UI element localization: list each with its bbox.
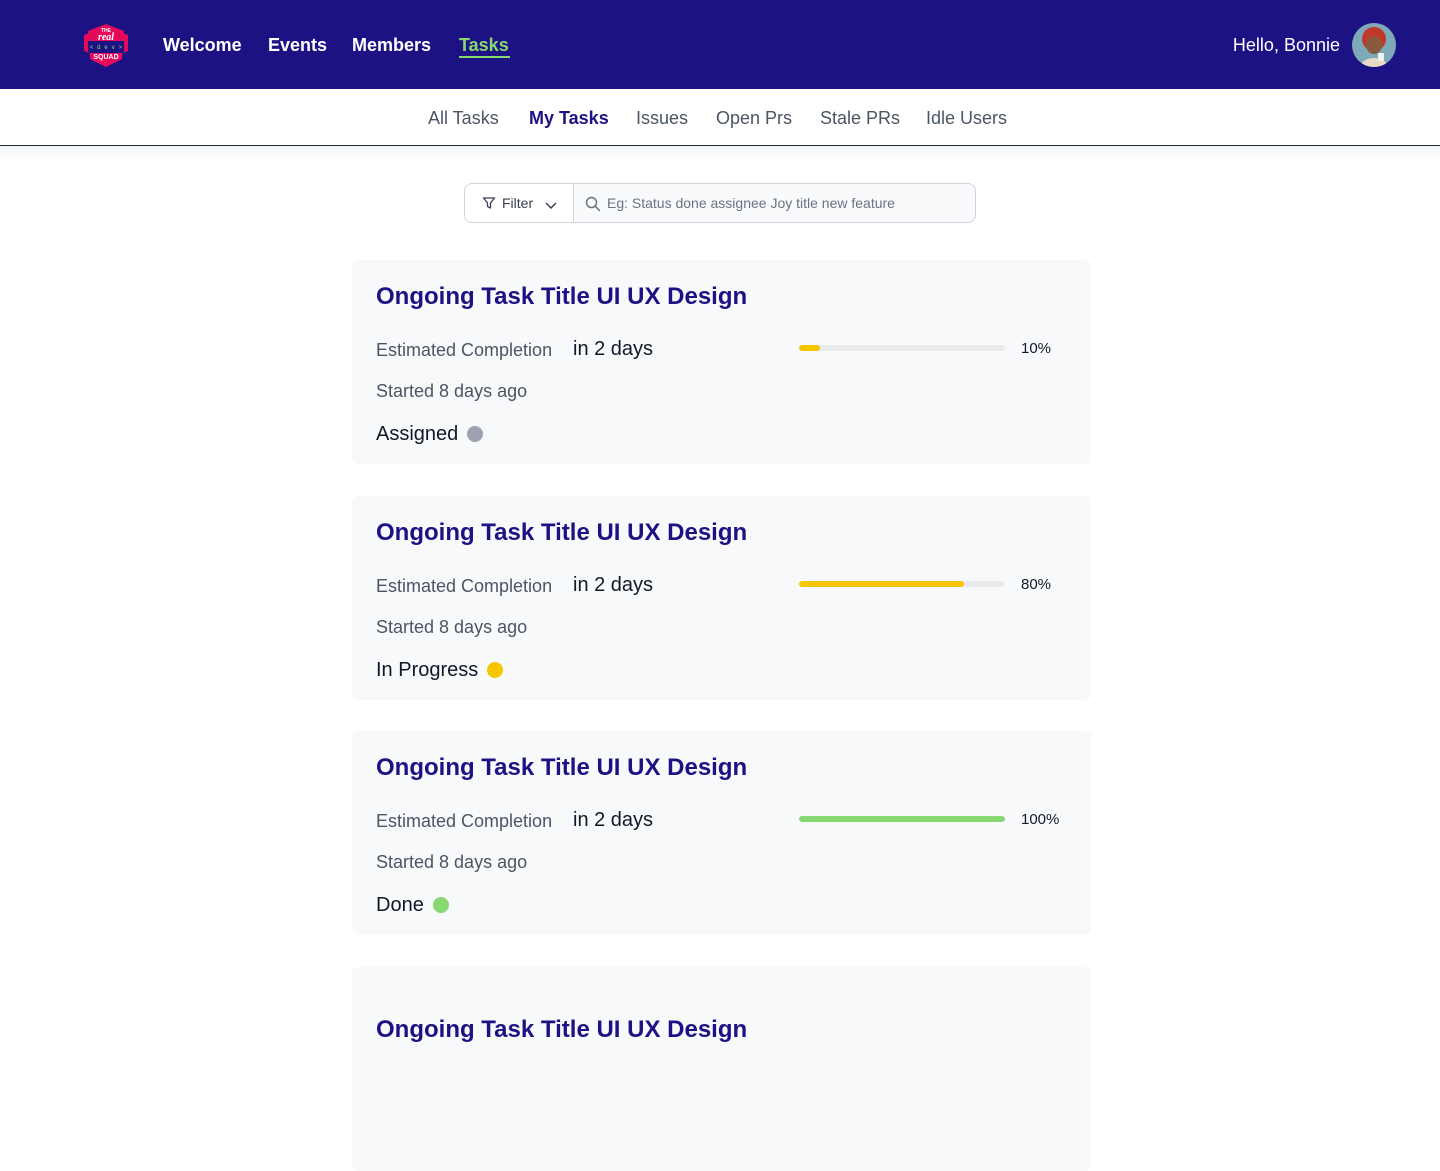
funnel-icon [482, 196, 496, 215]
estimated-completion-value: in 2 days [573, 809, 654, 831]
magnifier-icon [585, 196, 601, 217]
task-title[interactable]: Ongoing Task Title UI UX Design [376, 1015, 747, 1045]
task-card[interactable]: Ongoing Task Title UI UX Design [352, 967, 1091, 1171]
status-dot-icon [487, 662, 504, 678]
status-label: Assigned [376, 423, 459, 445]
task-status: Done [376, 893, 449, 917]
task-title[interactable]: Ongoing Task Title UI UX Design [376, 753, 747, 783]
status-dot-icon [467, 426, 484, 442]
progress-bar-fill [799, 816, 1005, 822]
estimated-completion-label: Estimated Completion [376, 576, 553, 596]
user-avatar[interactable] [1352, 23, 1396, 67]
tasks-subnav: All Tasks My Tasks Issues Open Prs Stale… [0, 89, 1440, 146]
progress-bar-fill [799, 581, 964, 587]
nav-members[interactable]: Members [352, 33, 431, 57]
filter-button[interactable]: Filter [465, 184, 574, 222]
nav-tasks[interactable]: Tasks [459, 33, 509, 57]
tab-issues[interactable]: Issues [636, 107, 688, 129]
status-label: Done [376, 894, 424, 916]
nav-active-underline [459, 56, 510, 58]
task-title[interactable]: Ongoing Task Title UI UX Design [376, 518, 747, 548]
user-greeting: Hello, Bonnie [1232, 35, 1340, 55]
task-card[interactable]: Ongoing Task Title UI UX Design Estimate… [352, 260, 1091, 464]
chevron-down-icon [545, 198, 557, 216]
tab-stale-prs[interactable]: Stale PRs [820, 107, 900, 129]
estimated-completion-value: in 2 days [573, 574, 654, 596]
estimated-completion-label: Estimated Completion [376, 340, 553, 360]
filter-button-label: Filter [502, 195, 534, 211]
subnav-divider-shadow [0, 146, 1440, 160]
logo-text-squad: SQUAD [93, 54, 118, 61]
started-text: Started 8 days ago [376, 852, 528, 872]
top-navbar: THE real < d e v > SQUAD Welcome Events … [0, 0, 1440, 89]
status-label: In Progress [376, 659, 479, 681]
progress-percent: 10% [1021, 340, 1052, 357]
tab-open-prs[interactable]: Open Prs [716, 107, 792, 129]
logo-text-dev: < d e v > [90, 44, 123, 51]
tab-all-tasks[interactable]: All Tasks [428, 107, 499, 129]
nav-welcome[interactable]: Welcome [163, 33, 242, 57]
task-search-bar: Filter [464, 183, 976, 223]
task-search-input[interactable] [607, 184, 967, 222]
task-card[interactable]: Ongoing Task Title UI UX Design Estimate… [352, 496, 1091, 700]
logo-text-real: real [98, 32, 114, 43]
started-text: Started 8 days ago [376, 381, 528, 401]
progress-bar [799, 581, 1005, 587]
tab-idle-users[interactable]: Idle Users [926, 107, 1007, 129]
real-dev-squad-logo[interactable]: THE real < d e v > SQUAD [82, 21, 130, 69]
progress-percent: 80% [1021, 576, 1052, 593]
progress-bar-fill [799, 345, 820, 351]
task-status: In Progress [376, 658, 504, 682]
status-dot-icon [432, 897, 449, 913]
task-card[interactable]: Ongoing Task Title UI UX Design Estimate… [352, 731, 1091, 935]
progress-percent: 100% [1021, 811, 1060, 828]
nav-events[interactable]: Events [268, 33, 327, 57]
progress-bar [799, 345, 1005, 351]
task-title[interactable]: Ongoing Task Title UI UX Design [376, 282, 747, 312]
estimated-completion-value: in 2 days [573, 338, 654, 360]
estimated-completion-label: Estimated Completion [376, 811, 553, 831]
started-text: Started 8 days ago [376, 617, 528, 637]
tab-my-tasks[interactable]: My Tasks [529, 107, 609, 129]
progress-bar [799, 816, 1005, 822]
task-status: Assigned [376, 422, 484, 446]
